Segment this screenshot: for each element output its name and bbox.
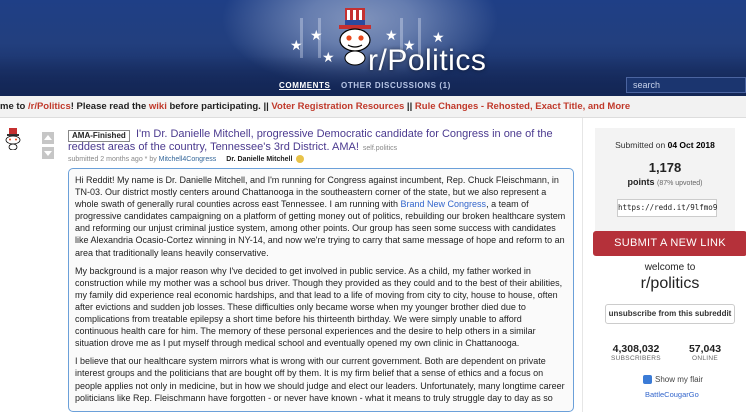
search-placeholder: search xyxy=(633,80,661,90)
announcement-text: me to /r/Politics! Please read the wiki … xyxy=(0,101,630,112)
submitted-date-value: 04 Oct 2018 xyxy=(667,140,715,150)
submitted-prefix: Submitted on xyxy=(615,140,668,150)
tagline-prefix: submitted 2 months ago * by xyxy=(68,155,159,163)
submit-new-link-button[interactable]: SUBMIT A NEW LINK xyxy=(593,231,746,256)
author-link[interactable]: Mitchell4Congress xyxy=(159,156,217,163)
upvote-ratio: (87% upvoted) xyxy=(656,180,703,187)
subreddit-title[interactable]: r/Politics xyxy=(368,44,486,78)
post-area: AMA-Finished I'm Dr. Danielle Mitchell, … xyxy=(0,118,582,412)
welcome-text: welcome to xyxy=(644,262,696,273)
announcement-middle: ! Please read the xyxy=(70,101,149,112)
page: ★ ★ ★ ★ ★ ★ r/Politics COMMENTS OTHER DI… xyxy=(0,0,746,412)
checkbox-checked-icon[interactable] xyxy=(643,375,652,385)
announcement-bar: me to /r/Politics! Please read the wiki … xyxy=(0,96,746,118)
announcement-separator: || xyxy=(404,101,415,112)
search-input[interactable]: search xyxy=(626,77,746,93)
show-flair-checkbox[interactable]: Show my flair xyxy=(643,375,704,385)
upvote-arrow[interactable] xyxy=(42,132,54,144)
snoo-avatar-icon xyxy=(5,128,21,150)
link-info-box: Submitted on 04 Oct 2018 1,178 points (8… xyxy=(595,128,735,232)
star-icon: ★ xyxy=(310,27,323,43)
author-flair: Dr. Danielle Mitchell xyxy=(226,155,293,163)
selftext-paragraph: Hi Reddit! My name is Dr. Danielle Mitch… xyxy=(75,174,567,259)
announcement-after-wiki: before participating. || xyxy=(166,101,272,112)
tab-other-discussions[interactable]: OTHER DISCUSSIONS (1) xyxy=(341,81,451,90)
star-icon: ★ xyxy=(385,27,398,43)
post-title[interactable]: I'm Dr. Danielle Mitchell, progressive D… xyxy=(68,128,580,155)
voter-registration-link[interactable]: Voter Registration Resources xyxy=(271,101,404,112)
star-icon: ★ xyxy=(290,37,303,53)
post-tagline: submitted 2 months ago * by Mitchell4Con… xyxy=(68,155,305,163)
points-count: 1,178 xyxy=(648,160,682,175)
subscribers-count: 4,308,032 xyxy=(612,343,660,355)
post-domain[interactable]: self.politics xyxy=(363,145,397,152)
brand-new-congress-link[interactable]: Brand New Congress xyxy=(401,199,487,209)
welcome-subreddit: r/politics xyxy=(640,275,700,292)
wiki-link[interactable]: wiki xyxy=(149,101,167,112)
user-flair-name[interactable]: BattleCougarGo xyxy=(645,390,699,399)
submitted-date: Submitted on 04 Oct 2018 xyxy=(595,140,735,150)
selftext-paragraph: My background is a major reason why I've… xyxy=(75,265,563,349)
selftext-paragraph: I believe that our healthcare system mir… xyxy=(75,356,565,403)
star-icon: ★ xyxy=(432,29,445,45)
show-flair-label: Show my flair xyxy=(655,375,704,384)
downvote-arrow[interactable] xyxy=(42,147,54,159)
online-stat: 57,043 ONLINE xyxy=(675,343,735,362)
rule-changes-link[interactable]: Rule Changes - Rehosted, Exact Title, an… xyxy=(415,101,630,112)
trophy-icon xyxy=(296,155,305,163)
post-selftext: Hi Reddit! My name is Dr. Danielle Mitch… xyxy=(68,168,574,412)
subscribers-label: SUBSCRIBERS xyxy=(611,355,661,362)
unsubscribe-button[interactable]: unsubscribe from this subreddit xyxy=(605,304,735,324)
points-label: points (87% upvoted) xyxy=(595,177,735,187)
shortlink-field[interactable]: https://redd.it/9lfmo9 xyxy=(617,199,717,217)
subreddit-banner: ★ ★ ★ ★ ★ ★ r/Politics COMMENTS OTHER DI… xyxy=(0,0,746,96)
post-title-text[interactable]: I'm Dr. Danielle Mitchell, progressive D… xyxy=(68,128,553,153)
online-label: ONLINE xyxy=(691,355,718,362)
tab-comments[interactable]: COMMENTS xyxy=(279,81,330,90)
sidebar: Submitted on 04 Oct 2018 1,178 points (8… xyxy=(582,118,746,412)
subreddit-link[interactable]: /r/Politics xyxy=(28,101,71,112)
online-count: 57,043 xyxy=(688,343,722,355)
points-word: points xyxy=(627,177,655,187)
announcement-prefix: me to xyxy=(0,101,28,112)
subscribers-stat: 4,308,032 SUBSCRIBERS xyxy=(603,343,669,362)
